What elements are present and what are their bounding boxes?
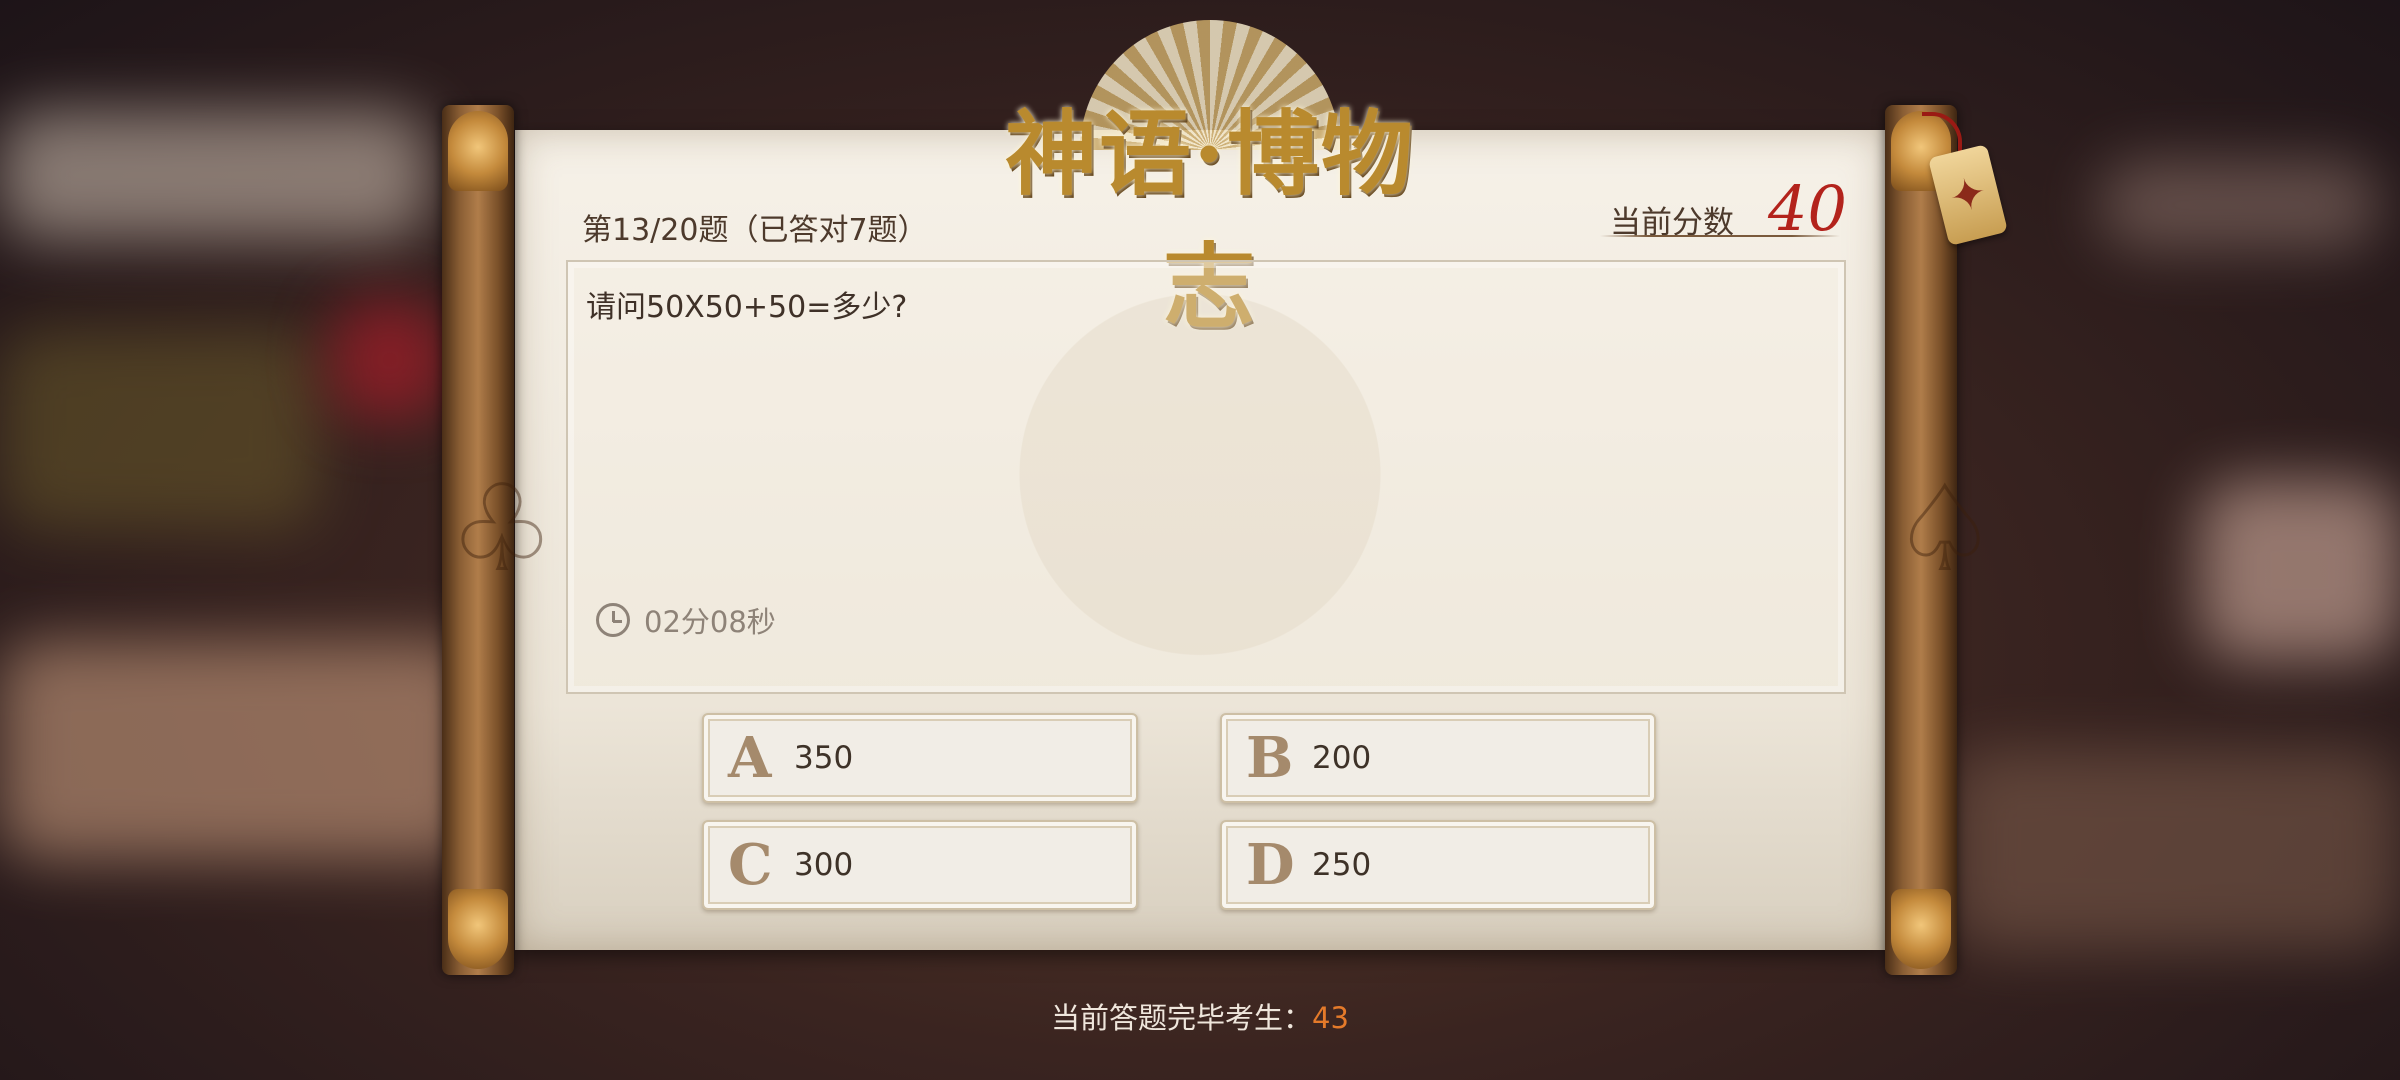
score-underline [1600,235,1840,237]
rod-ornament-bottom [1891,889,1951,969]
question-progress: 第13/20题（已答对7题） [582,213,928,248]
background-shape [0,110,430,240]
option-b-button[interactable]: B 200 [1220,713,1656,803]
scroll-rod-left: ♧ [442,105,556,975]
background-shape [2200,480,2400,660]
option-a-button[interactable]: A 350 [702,713,1138,803]
finished-examinees-count: 43 [1312,1001,1349,1035]
question-text: 请问50X50+50=多少? [586,290,908,325]
background-shape [0,640,480,860]
option-value: 250 [1312,847,1372,883]
option-letter: A [728,725,772,791]
rod-ornament-bottom [448,889,508,969]
rod-ornament-top [448,111,508,191]
countdown-timer: 02分08秒 [596,598,776,642]
option-c-button[interactable]: C 300 [702,820,1138,910]
background-shape [1950,750,2400,950]
option-value: 200 [1312,740,1372,776]
option-value: 300 [794,847,854,883]
clock-icon [596,603,630,637]
finished-examinees-status: 当前答题完毕考生：43 [0,995,2400,1037]
option-letter: C [728,832,773,898]
rod-seal-decoration: ♤ [1891,460,1999,599]
background-shape [0,330,320,530]
game-title-logo: 神语·博物志 [960,20,1460,341]
option-value: 350 [794,740,854,776]
finished-examinees-label: 当前答题完毕考生： [1051,1001,1313,1035]
option-d-button[interactable]: D 250 [1220,820,1656,910]
rod-seal-decoration: ♧ [448,460,556,599]
timer-text: 02分08秒 [644,605,776,639]
option-letter: B [1246,725,1294,791]
background-shape [2100,160,2380,250]
option-letter: D [1246,832,1295,898]
background-shape [330,300,450,420]
